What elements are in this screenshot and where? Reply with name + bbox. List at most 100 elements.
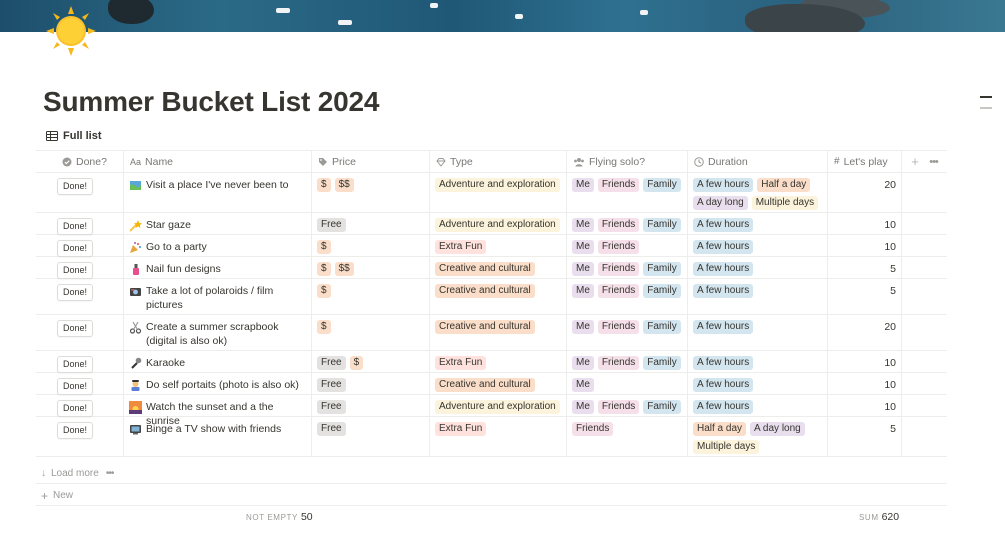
price-cell[interactable]: $ <box>312 279 430 314</box>
done-cell[interactable]: Done! <box>36 373 124 395</box>
load-more-button[interactable]: ↓ Load more ••• <box>36 464 947 484</box>
done-button[interactable]: Done! <box>57 422 94 439</box>
type-cell[interactable]: Creative and cultural <box>430 257 567 278</box>
type-cell[interactable]: Extra Fun <box>430 351 567 372</box>
done-button[interactable]: Done! <box>57 240 94 257</box>
table-row[interactable]: Done! Watch the sunset and a the sunrise F… <box>36 395 947 427</box>
page-outline[interactable] <box>980 96 992 118</box>
row-title[interactable]: Karaoke <box>129 356 306 370</box>
done-button[interactable]: Done! <box>57 400 94 417</box>
done-button[interactable]: Done! <box>57 262 94 279</box>
lets-play-cell[interactable]: 10 <box>828 235 902 256</box>
done-cell[interactable]: Done! <box>36 315 124 350</box>
row-title[interactable]: Star gaze <box>129 218 306 232</box>
row-title[interactable]: Go to a party <box>129 240 306 254</box>
duration-cell[interactable]: A few hours <box>688 395 828 416</box>
duration-cell[interactable]: A few hours <box>688 351 828 372</box>
done-cell[interactable]: Done! <box>36 395 124 417</box>
name-cell[interactable]: Go to a party <box>124 235 312 256</box>
duration-cell[interactable]: A few hours <box>688 257 828 278</box>
row-title[interactable]: Take a lot of polaroids / film pictures <box>129 284 306 312</box>
row-title[interactable]: Binge a TV show with friends <box>129 422 306 436</box>
duration-cell[interactable]: A few hours <box>688 213 828 234</box>
name-cell[interactable]: Star gaze <box>124 213 312 234</box>
column-header-name[interactable]: Aa Name <box>124 151 312 172</box>
flying-solo-cell[interactable]: Me Friends Family <box>567 315 688 350</box>
row-title[interactable]: Visit a place I've never been to <box>129 178 306 192</box>
lets-play-cell[interactable]: 10 <box>828 373 902 394</box>
flying-solo-cell[interactable]: Me Friends Family <box>567 279 688 314</box>
done-cell[interactable]: Done! <box>36 235 124 257</box>
type-cell[interactable]: Creative and cultural <box>430 373 567 394</box>
type-cell[interactable]: Adventure and exploration <box>430 173 567 212</box>
lets-play-cell[interactable]: 20 <box>828 173 902 212</box>
flying-solo-cell[interactable]: Friends <box>567 417 688 456</box>
lets-play-cell[interactable]: 10 <box>828 351 902 372</box>
done-button[interactable]: Done! <box>57 320 94 337</box>
calculation-sum[interactable]: SUM 620 <box>859 511 899 523</box>
flying-solo-cell[interactable]: Me Friends Family <box>567 213 688 234</box>
type-cell[interactable]: Extra Fun <box>430 235 567 256</box>
price-cell[interactable]: Free <box>312 417 430 456</box>
column-header-type[interactable]: Type <box>430 151 567 172</box>
lets-play-cell[interactable]: 10 <box>828 213 902 234</box>
lets-play-cell[interactable]: 5 <box>828 257 902 278</box>
column-header-price[interactable]: Price <box>312 151 430 172</box>
name-cell[interactable]: Binge a TV show with friends <box>124 417 312 456</box>
calculation-not-empty[interactable]: NOT EMPTY 50 <box>246 511 313 523</box>
sun-icon[interactable] <box>46 6 96 56</box>
duration-cell[interactable]: A few hours <box>688 235 828 256</box>
name-cell[interactable]: Do self portaits (photo is also ok) <box>124 373 312 394</box>
type-cell[interactable]: Creative and cultural <box>430 315 567 350</box>
price-cell[interactable]: $ <box>312 235 430 256</box>
column-header-duration[interactable]: Duration <box>688 151 828 172</box>
table-row[interactable]: Done! Take a lot of polaroids / film pict… <box>36 279 947 315</box>
price-cell[interactable]: Free <box>312 213 430 234</box>
type-cell[interactable]: Creative and cultural <box>430 279 567 314</box>
done-cell[interactable]: Done! <box>36 173 124 212</box>
flying-solo-cell[interactable]: Me Friends <box>567 235 688 256</box>
done-cell[interactable]: Done! <box>36 351 124 373</box>
table-row[interactable]: Done! Go to a party $ Extra Fun Me Friends A f… <box>36 235 947 257</box>
flying-solo-cell[interactable]: Me Friends Family <box>567 257 688 278</box>
done-button[interactable]: Done! <box>57 218 94 235</box>
lets-play-cell[interactable]: 5 <box>828 279 902 314</box>
duration-cell[interactable]: A few hours Half a day A day long Multiple … <box>688 173 828 212</box>
row-title[interactable]: Create a summer scrapbook (digital is al… <box>129 320 306 348</box>
more-options-icon[interactable]: ••• <box>106 468 114 479</box>
done-button[interactable]: Done! <box>57 378 94 395</box>
duration-cell[interactable]: Half a day A day long Multiple days <box>688 417 828 456</box>
lets-play-cell[interactable]: 5 <box>828 417 902 456</box>
name-cell[interactable]: Create a summer scrapbook (digital is al… <box>124 315 312 350</box>
done-cell[interactable]: Done! <box>36 257 124 279</box>
done-cell[interactable]: Done! <box>36 213 124 235</box>
table-row[interactable]: Done! Star gaze Free Adventure and explorat… <box>36 213 947 235</box>
price-cell[interactable]: Free <box>312 395 430 416</box>
lets-play-cell[interactable]: 10 <box>828 395 902 416</box>
done-button[interactable]: Done! <box>57 178 94 195</box>
row-title[interactable]: Do self portaits (photo is also ok) <box>129 378 306 392</box>
name-cell[interactable]: Nail fun designs <box>124 257 312 278</box>
name-cell[interactable]: Karaoke <box>124 351 312 372</box>
done-cell[interactable]: Done! <box>36 417 124 456</box>
type-cell[interactable]: Extra Fun <box>430 417 567 456</box>
flying-solo-cell[interactable]: Me <box>567 373 688 394</box>
more-options-icon[interactable]: ••• <box>929 155 939 169</box>
price-cell[interactable]: $ <box>312 315 430 350</box>
duration-cell[interactable]: A few hours <box>688 373 828 394</box>
lets-play-cell[interactable]: 20 <box>828 315 902 350</box>
type-cell[interactable]: Adventure and exploration <box>430 395 567 416</box>
column-header-done[interactable]: Done? <box>36 151 124 172</box>
table-row[interactable]: Done! Karaoke Free $ Extra Fun Me Friends Famil… <box>36 351 947 373</box>
flying-solo-cell[interactable]: Me Friends Family <box>567 395 688 416</box>
name-cell[interactable]: Take a lot of polaroids / film pictures <box>124 279 312 314</box>
duration-cell[interactable]: A few hours <box>688 279 828 314</box>
done-button[interactable]: Done! <box>57 284 94 301</box>
table-row[interactable]: Done! Visit a place I've never been to $ $$… <box>36 173 947 213</box>
flying-solo-cell[interactable]: Me Friends Family <box>567 173 688 212</box>
table-row[interactable]: Done! Nail fun designs $ $$ Creative and cul… <box>36 257 947 279</box>
done-cell[interactable]: Done! <box>36 279 124 314</box>
type-cell[interactable]: Adventure and exploration <box>430 213 567 234</box>
price-cell[interactable]: Free <box>312 373 430 394</box>
view-tab-full-list[interactable]: Full list <box>46 130 102 142</box>
